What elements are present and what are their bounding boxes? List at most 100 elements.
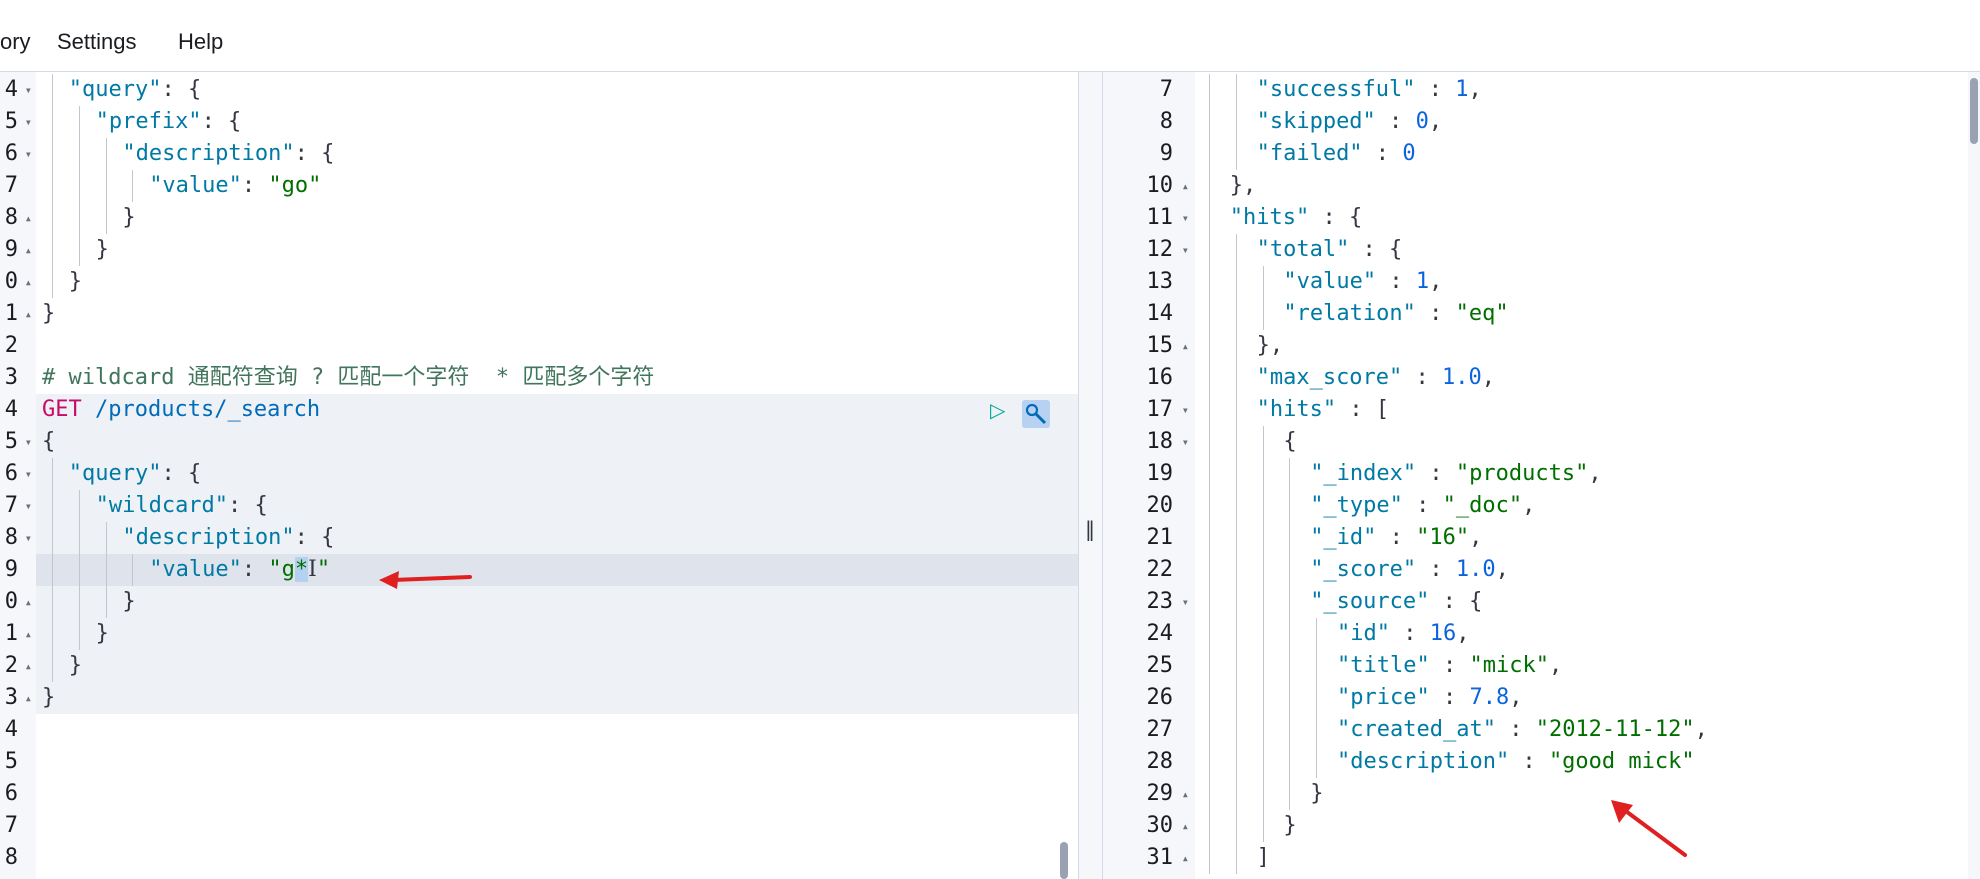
fold-expand-icon[interactable]: ▴ bbox=[1182, 170, 1189, 202]
code-token: : bbox=[1429, 653, 1470, 678]
code-line[interactable]: "value": "g*I" bbox=[149, 554, 330, 586]
code-line[interactable]: } bbox=[122, 586, 135, 618]
code-line[interactable]: "_id" : "16", bbox=[1310, 522, 1482, 554]
response-editor[interactable]: 7 8 9 10 ▴ 11 ▾ 12 ▾ 13 14 15 ▴ 16 17 ▾ 18 ▾ 19 20 21 22 23 ▾ 24… bbox=[1103, 72, 1980, 879]
line-number: 29 bbox=[1146, 781, 1174, 806]
code-line[interactable]: "_score" : 1.0, bbox=[1310, 554, 1509, 586]
indent-guide bbox=[1235, 106, 1237, 138]
fold-collapse-icon[interactable]: ▾ bbox=[25, 490, 32, 522]
code-line[interactable]: "description": { bbox=[122, 138, 334, 170]
fold-collapse-icon[interactable]: ▾ bbox=[25, 74, 32, 106]
request-code-area[interactable]: "query": {"prefix": {"description": {"va… bbox=[36, 72, 1078, 879]
code-token: } bbox=[68, 653, 83, 678]
code-line[interactable]: "failed" : 0 bbox=[1257, 138, 1416, 170]
code-line[interactable]: }, bbox=[1230, 170, 1257, 202]
code-line[interactable]: "id" : 16, bbox=[1337, 618, 1469, 650]
gutter-line: 20 bbox=[1103, 490, 1195, 522]
gutter-line: 11 ▾ bbox=[1103, 202, 1195, 234]
code-line[interactable]: "_index" : "products", bbox=[1310, 458, 1601, 490]
code-token: "products" bbox=[1455, 461, 1589, 486]
fold-expand-icon[interactable]: ▴ bbox=[25, 234, 32, 266]
fold-expand-icon[interactable]: ▴ bbox=[25, 586, 32, 618]
code-token: ] bbox=[1256, 845, 1270, 870]
fold-collapse-icon[interactable]: ▾ bbox=[25, 458, 32, 490]
fold-expand-icon[interactable]: ▴ bbox=[25, 298, 32, 330]
code-line[interactable]: "total" : { bbox=[1257, 234, 1403, 266]
indent-guide bbox=[78, 170, 80, 202]
response-scrollbar[interactable] bbox=[1970, 78, 1978, 144]
fold-expand-icon[interactable]: ▴ bbox=[1182, 330, 1189, 362]
code-line[interactable]: "wildcard": { bbox=[96, 490, 268, 522]
menu-settings[interactable]: Settings bbox=[57, 26, 137, 58]
code-line[interactable]: } bbox=[42, 682, 55, 714]
fold-collapse-icon[interactable]: ▾ bbox=[1182, 234, 1189, 266]
request-scrollbar[interactable] bbox=[1060, 842, 1068, 879]
fold-expand-icon[interactable]: ▴ bbox=[25, 650, 32, 682]
code-line[interactable]: "successful" : 1, bbox=[1257, 74, 1482, 106]
code-line[interactable]: { bbox=[42, 426, 55, 458]
wrench-icon[interactable] bbox=[1022, 400, 1050, 428]
code-line[interactable]: "value" : 1, bbox=[1283, 266, 1442, 298]
response-code-area[interactable]: "successful" : 1, "skipped" : 0, "failed" … bbox=[1195, 72, 1980, 879]
code-line[interactable]: } bbox=[1310, 778, 1323, 810]
code-line[interactable]: "query": { bbox=[69, 458, 201, 490]
fold-expand-icon[interactable]: ▴ bbox=[1182, 810, 1189, 842]
code-line[interactable]: "created_at" : "2012-11-12", bbox=[1337, 714, 1708, 746]
code-line[interactable]: }, bbox=[1257, 330, 1284, 362]
code-line[interactable]: "hits" : { bbox=[1230, 202, 1362, 234]
fold-expand-icon[interactable]: ▴ bbox=[25, 618, 32, 650]
response-scroll-track[interactable] bbox=[1968, 72, 1980, 879]
code-token: : bbox=[1376, 525, 1417, 550]
code-line[interactable]: } bbox=[69, 266, 82, 298]
code-line[interactable]: } bbox=[42, 298, 55, 330]
fold-collapse-icon[interactable]: ▾ bbox=[25, 106, 32, 138]
code-line[interactable]: ] bbox=[1257, 842, 1270, 874]
code-line[interactable]: "max_score" : 1.0, bbox=[1257, 362, 1495, 394]
code-line[interactable]: } bbox=[1283, 810, 1296, 842]
code-line[interactable]: "prefix": { bbox=[96, 106, 242, 138]
code-token: : bbox=[1389, 621, 1430, 646]
code-line[interactable]: "relation" : "eq" bbox=[1283, 298, 1508, 330]
pane-resizer[interactable]: ‖ bbox=[1078, 72, 1103, 879]
code-line[interactable]: # wildcard 通配符查询 ? 匹配一个字符 * 匹配多个字符 bbox=[42, 362, 654, 394]
code-token: : { bbox=[161, 77, 202, 102]
code-line[interactable]: "query": { bbox=[69, 74, 201, 106]
menu-history[interactable]: ory bbox=[0, 26, 31, 58]
fold-collapse-icon[interactable]: ▾ bbox=[25, 426, 32, 458]
code-line[interactable]: "description": { bbox=[122, 522, 334, 554]
line-number: 0 bbox=[4, 589, 18, 614]
fold-collapse-icon[interactable]: ▾ bbox=[25, 138, 32, 170]
code-line[interactable]: } bbox=[122, 202, 135, 234]
fold-collapse-icon[interactable]: ▾ bbox=[1182, 426, 1189, 458]
code-line[interactable]: { bbox=[1283, 426, 1296, 458]
fold-expand-icon[interactable]: ▴ bbox=[25, 202, 32, 234]
request-editor[interactable]: 4 ▾ 5 ▾ 6 ▾ 7 8 ▴ 9 ▴ 0 ▴ 1 ▴ 2 3 4 5 ▾ 6 ▾ 7 ▾ 8 ▾ 9 0 ▴ 1 ▴ 2 ▴ 3 ▴ 4 5 6 7 8… bbox=[0, 72, 1078, 879]
code-line[interactable]: "title" : "mick", bbox=[1337, 650, 1562, 682]
line-number: 28 bbox=[1146, 749, 1174, 774]
code-line[interactable]: "description" : "good mick" bbox=[1337, 746, 1695, 778]
fold-collapse-icon[interactable]: ▾ bbox=[1182, 394, 1189, 426]
code-line[interactable]: "_type" : "_doc", bbox=[1310, 490, 1535, 522]
fold-collapse-icon[interactable]: ▾ bbox=[1182, 586, 1189, 618]
code-line[interactable]: "hits" : [ bbox=[1257, 394, 1389, 426]
code-token: } bbox=[42, 301, 56, 326]
code-line[interactable]: "price" : 7.8, bbox=[1337, 682, 1522, 714]
code-line[interactable]: GET /products/_search bbox=[42, 394, 320, 426]
fold-expand-icon[interactable]: ▴ bbox=[1182, 778, 1189, 810]
fold-collapse-icon[interactable]: ▾ bbox=[1182, 202, 1189, 234]
indent-guide bbox=[1235, 650, 1237, 682]
fold-collapse-icon[interactable]: ▾ bbox=[25, 522, 32, 554]
menu-help[interactable]: Help bbox=[178, 26, 223, 58]
code-line[interactable]: "value": "go" bbox=[149, 170, 321, 202]
fold-expand-icon[interactable]: ▴ bbox=[25, 682, 32, 714]
code-line[interactable]: } bbox=[96, 618, 109, 650]
code-line[interactable]: } bbox=[96, 234, 109, 266]
code-token: : bbox=[1415, 77, 1456, 102]
code-line[interactable]: } bbox=[69, 650, 82, 682]
code-line[interactable]: "skipped" : 0, bbox=[1257, 106, 1442, 138]
fold-expand-icon[interactable]: ▴ bbox=[25, 266, 32, 298]
play-icon[interactable]: ▷ bbox=[990, 398, 1005, 422]
code-line[interactable]: "_source" : { bbox=[1310, 586, 1482, 618]
fold-expand-icon[interactable]: ▴ bbox=[1182, 842, 1189, 874]
line-number: 25 bbox=[1146, 653, 1174, 678]
